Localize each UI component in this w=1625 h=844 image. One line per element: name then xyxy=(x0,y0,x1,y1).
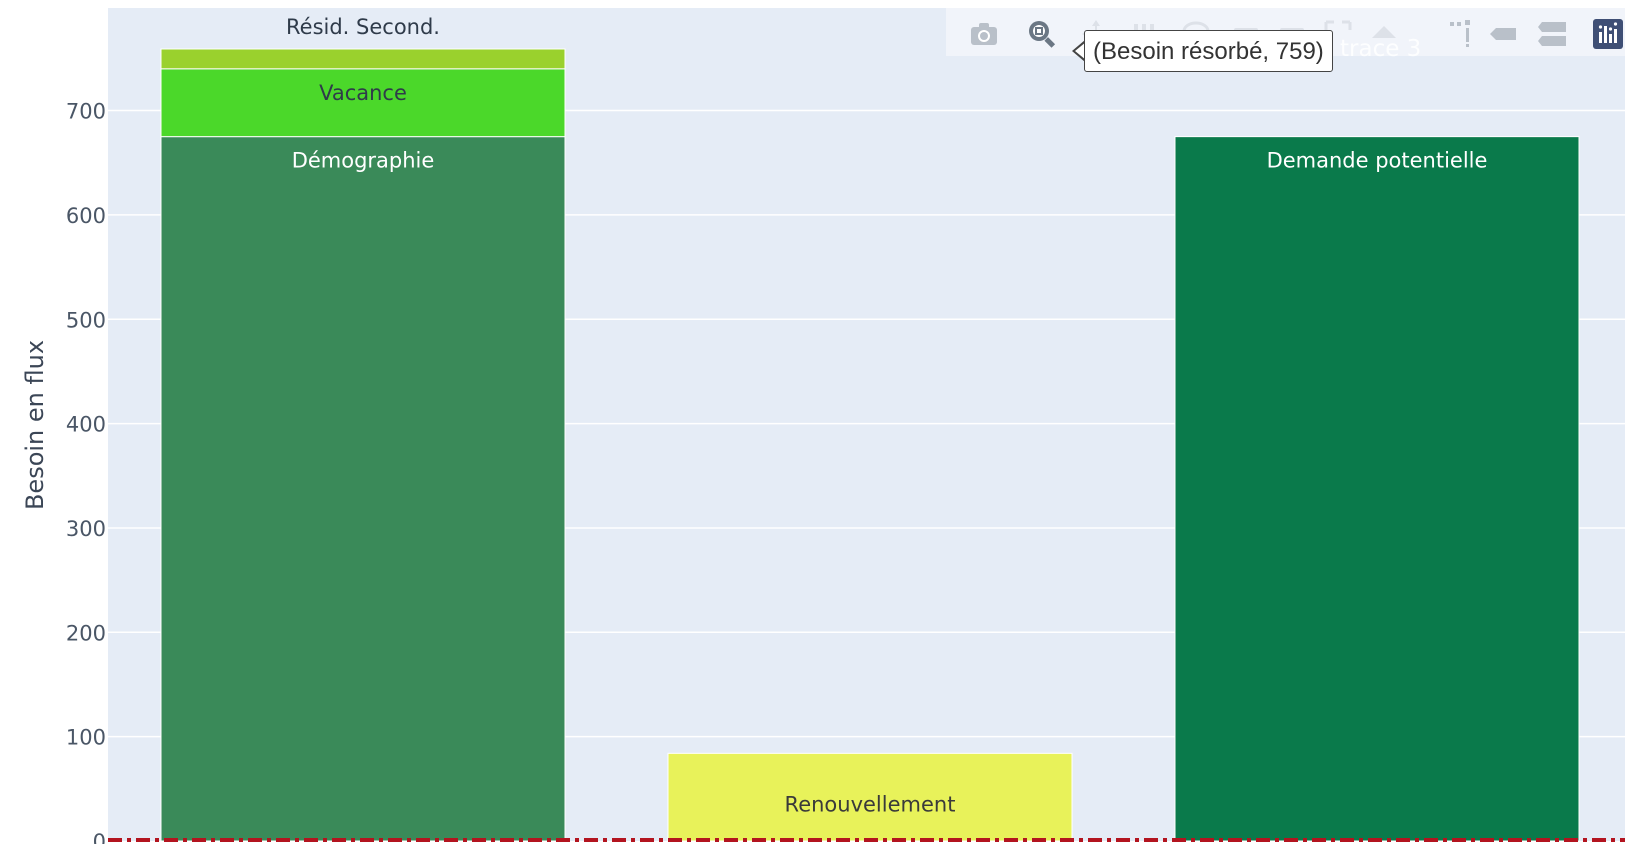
hover-compare-icon[interactable] xyxy=(1536,18,1568,50)
bar-segment[interactable] xyxy=(160,136,566,842)
y-tick-label: 0 xyxy=(93,830,106,844)
bar-chart: Démographie Demande potentielle Vacance Ren… xyxy=(21,8,1625,844)
spike-lines-icon[interactable] xyxy=(1446,18,1478,50)
legend-item-ghost: trace 3 xyxy=(1340,36,1422,62)
y-tick-labels: 0 100 200 300 400 500 600 700 xyxy=(66,100,106,844)
y-axis-title: Besoin en flux xyxy=(21,340,49,510)
bar-segment[interactable] xyxy=(160,48,566,70)
bar-label: Renouvellement xyxy=(785,792,956,816)
y-tick-label: 600 xyxy=(66,204,106,228)
bar-label: Vacance xyxy=(319,81,407,105)
plotly-logo-icon[interactable] xyxy=(1592,18,1624,50)
y-tick-label: 300 xyxy=(66,517,106,541)
hover-closest-icon[interactable] xyxy=(1488,18,1520,50)
y-tick-label: 700 xyxy=(66,100,106,124)
y-tick-label: 100 xyxy=(66,726,106,750)
camera-icon[interactable] xyxy=(968,18,1000,50)
bar-label: Demande potentielle xyxy=(1267,149,1488,173)
bar-label: Démographie xyxy=(292,149,435,173)
hover-tooltip: (Besoin résorbé, 759) xyxy=(1084,30,1333,72)
y-tick-label: 400 xyxy=(66,413,106,437)
zoom-icon[interactable] xyxy=(1026,18,1058,50)
bar-segment[interactable] xyxy=(1174,136,1580,842)
y-tick-label: 500 xyxy=(66,308,106,332)
bar-label: Résid. Second. xyxy=(286,15,440,39)
y-tick-label: 200 xyxy=(66,621,106,645)
